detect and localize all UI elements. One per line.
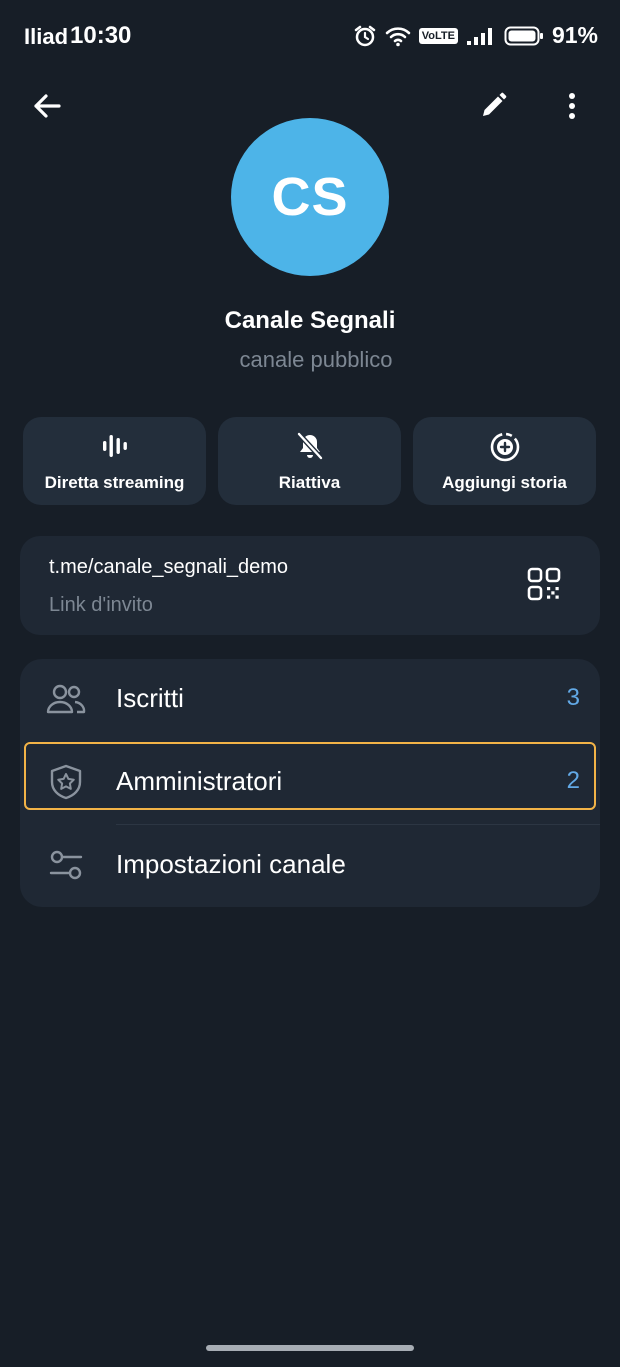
menu-item-channel-settings[interactable]: Impostazioni canale [20,825,600,907]
channel-menu: Iscritti 3 Amministratori 2 Impostazioni… [20,659,600,907]
menu-item-label: Impostazioni canale [116,849,346,879]
unmute-label: Riattiva [278,473,341,492]
invite-link-url[interactable]: t.me/canale_segnali_demo [49,556,288,579]
menu-item-label: Amministratori [116,766,283,796]
subscribers-count: 3 [566,684,580,711]
administrators-count: 2 [566,767,580,794]
add-story-label: Aggiungi storia [442,473,567,492]
users-icon [46,683,86,720]
invite-link-caption: Link d'invito [49,594,153,616]
live-stream-icon [100,431,130,466]
volte-icon: VoLTE [418,27,458,44]
more-options-button[interactable] [548,84,596,132]
qr-code-icon [527,567,561,606]
channel-name: Canale Segnali [224,307,396,334]
battery-percentage: 91% [551,22,598,48]
status-icons: VoLTE 91% [353,22,598,49]
pencil-icon [479,92,507,125]
shield-star-icon [48,763,84,806]
more-vertical-icon [568,92,576,125]
live-stream-button[interactable]: Diretta streaming [23,417,206,505]
menu-item-administrators[interactable]: Amministratori 2 [20,742,600,824]
add-story-button[interactable]: Aggiungi storia [413,417,596,505]
arrow-left-icon [32,93,62,124]
invite-link-card[interactable]: t.me/canale_segnali_demo Link d'invito [20,536,600,635]
back-button[interactable] [23,84,71,132]
home-indicator[interactable] [206,1345,414,1351]
unmute-button[interactable]: Riattiva [218,417,401,505]
sliders-icon [48,848,84,887]
clock: 10:30 [70,22,132,49]
signal-icon [466,26,496,46]
bell-off-icon [295,431,325,466]
avatar-initials: CS [271,167,349,227]
wifi-icon [385,25,411,47]
menu-item-subscribers[interactable]: Iscritti 3 [20,659,600,741]
live-stream-label: Diretta streaming [44,473,185,492]
menu-item-label: Iscritti [116,683,184,713]
channel-type: canale pubblico [239,347,393,372]
carrier-name: Iliad [24,24,69,49]
channel-avatar[interactable]: CS [231,118,389,276]
battery-icon [504,25,544,47]
alarm-icon [353,24,377,48]
edit-button[interactable] [469,84,517,132]
status-bar: Iliad 10:30 VoLTE 91% [0,0,620,72]
qr-code-button[interactable] [524,566,564,606]
add-story-icon [489,431,521,468]
